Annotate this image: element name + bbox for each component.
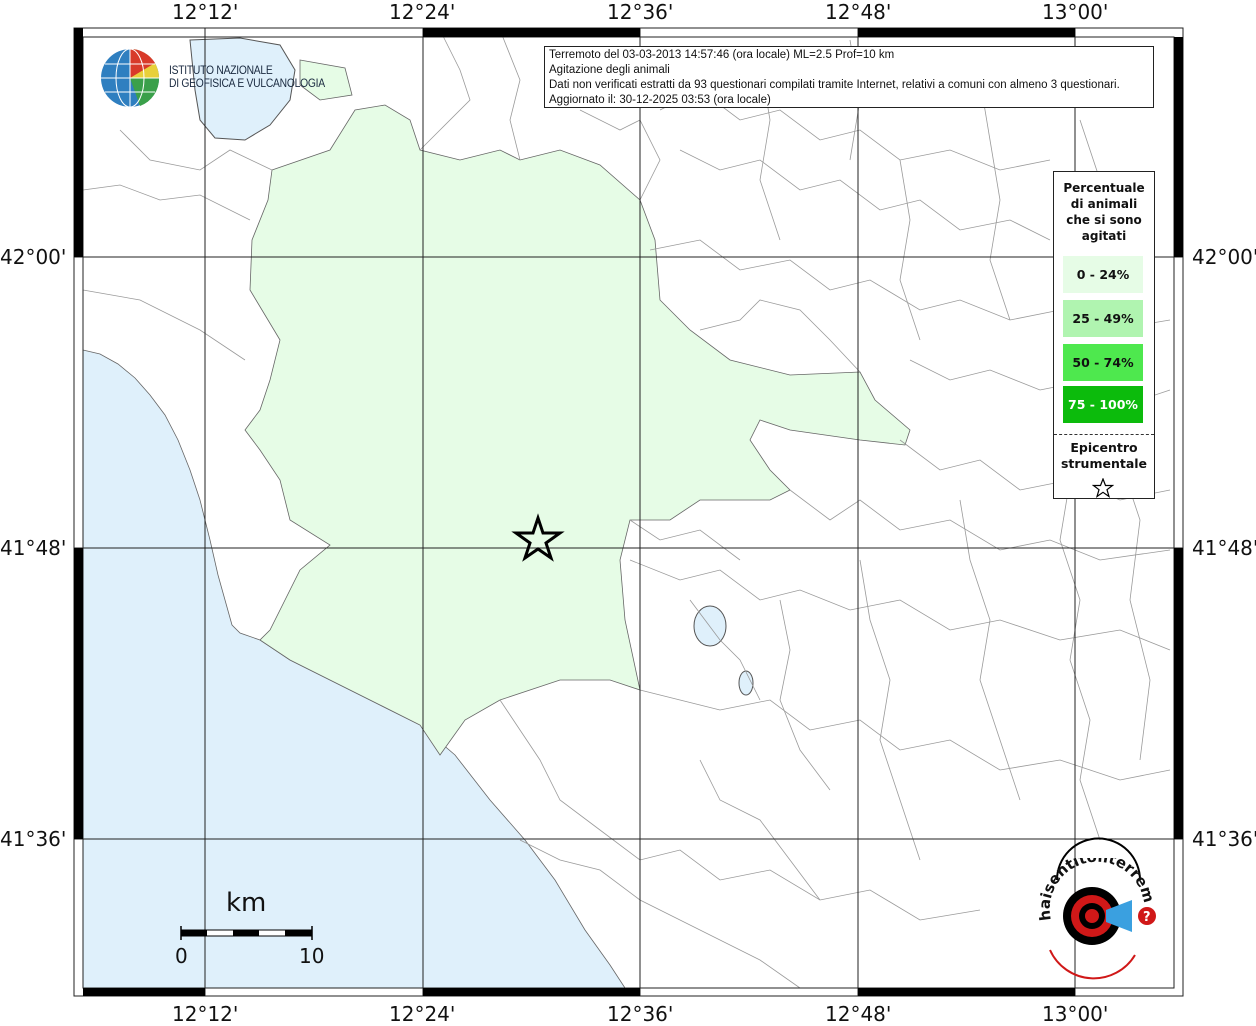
legend-item-75-100: 75 - 100% <box>1063 386 1143 423</box>
lon-label-bottom-5: 13°00' <box>1042 1002 1109 1026</box>
update-timestamp: Aggiornato il: 30-12-2025 03:53 (ora loc… <box>549 94 771 106</box>
scale-start: 0 <box>175 944 188 968</box>
ingv-line-2: DI GEOFISICA E VULCANOLOGIA <box>169 76 325 90</box>
event-title: Terremoto del 03-03-2013 14:57:46 (ora l… <box>549 49 895 61</box>
map-subject: Agitazione degli animali <box>549 64 670 76</box>
lat-label-left-1: 42°00' <box>0 245 67 269</box>
scale-end: 10 <box>299 944 325 968</box>
legend-epicenter-label: Epicentro strumentale <box>1060 440 1148 471</box>
legend-item-25-49: 25 - 49% <box>1063 300 1143 337</box>
lat-label-right-2: 41°48' <box>1192 536 1256 560</box>
lon-label-top-4: 12°48' <box>825 0 892 24</box>
ingv-logo-text: ISTITUTO NAZIONALE DI GEOFISICA E VULCAN… <box>169 64 325 90</box>
legend-star-icon <box>1092 478 1114 498</box>
lat-label-left-3: 41°36' <box>0 827 67 851</box>
lat-label-right-3: 41°36' <box>1192 827 1256 851</box>
lon-label-bottom-4: 12°48' <box>825 1002 892 1026</box>
lake-nemi <box>738 670 754 696</box>
ingv-logo-icon <box>101 48 160 108</box>
lat-label-right-1: 42°00' <box>1192 245 1256 269</box>
scale-unit: km <box>226 888 267 918</box>
legend-divider <box>1054 434 1154 435</box>
lon-label-bottom-2: 12°24' <box>389 1002 456 1026</box>
hsit-logo-text: haisentitoilterremoto.it <box>1025 858 1158 922</box>
event-info-box: Terremoto del 03-03-2013 14:57:46 (ora l… <box>544 46 1154 108</box>
legend: Percentuale di animali che si sono agita… <box>1053 171 1155 499</box>
legend-item-0-24: 0 - 24% <box>1063 256 1143 293</box>
lon-label-bottom-3: 12°36' <box>607 1002 674 1026</box>
lon-label-bottom-1: 12°12' <box>172 1002 239 1026</box>
hsit-logo-label: haisentitoilterremoto.it <box>1025 858 1158 922</box>
legend-title: Percentuale di animali che si sono agita… <box>1063 181 1145 243</box>
lon-label-top-3: 12°36' <box>607 0 674 24</box>
lon-label-top-2: 12°24' <box>389 0 456 24</box>
data-note: Dati non verificati estratti da 93 quest… <box>549 79 1120 91</box>
svg-text:haisentitoilterremoto.it: haisentitoilterremoto.it <box>1025 858 1158 922</box>
legend-item-50-74: 50 - 74% <box>1063 344 1143 381</box>
lon-label-top-5: 13°00' <box>1042 0 1109 24</box>
lat-label-left-2: 41°48' <box>0 536 67 560</box>
affected-area <box>244 104 911 756</box>
lon-label-top-1: 12°12' <box>172 0 239 24</box>
